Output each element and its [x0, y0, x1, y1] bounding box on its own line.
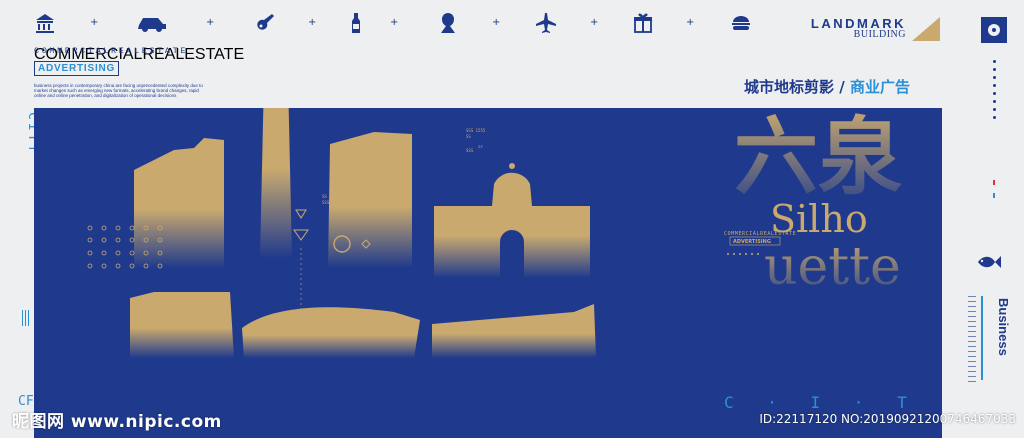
building-low-left: [130, 292, 234, 358]
portrait-icon: [441, 13, 455, 33]
building-long-right: [432, 304, 596, 358]
city-spaced-text: C · I · T · Y: [724, 393, 942, 412]
target-icon: [981, 17, 1007, 43]
right-tiny-lines: [968, 296, 976, 386]
svg-text:SS: SS: [322, 194, 327, 199]
fish-icon: [978, 256, 1001, 268]
svg-text:SSS 1555: SSS 1555: [466, 128, 486, 133]
svg-text:SS: SS: [466, 134, 471, 139]
building-dome-top: [509, 163, 515, 169]
plus-separator: +: [686, 17, 695, 28]
airplane-icon: [536, 13, 556, 33]
image-id-text: ID:22117120 NO:20190921200746467033: [759, 412, 1016, 426]
advertising-badge: ADVERTISING: [34, 61, 120, 76]
plus-separator: +: [590, 17, 599, 28]
brand-triangle-icon: [912, 17, 940, 41]
svg-text:SSS: SSS: [466, 148, 474, 153]
brand-logo: LANDMARK BUILDING: [794, 16, 906, 40]
building-tower-left: [134, 138, 224, 268]
right-dot-column: [993, 60, 996, 124]
hero-small-dots: [727, 253, 759, 255]
building-arch: [500, 230, 524, 278]
bottle-icon: [352, 13, 360, 33]
chinese-title-text: 城市地标剪影 /: [744, 78, 850, 96]
business-vertical-label: Business: [996, 298, 1011, 356]
body-copy: business projects in contemporary china …: [34, 83, 203, 98]
plus-separator: +: [390, 17, 399, 28]
gift-icon: [634, 13, 652, 33]
chinese-title-highlight: 商业广告: [849, 78, 910, 96]
plus-separator: +: [308, 17, 317, 28]
chinese-title: 城市地标剪影 / 商业广告: [744, 76, 910, 97]
hero-small-tagline: COMMERCIALREALESTATE: [724, 231, 796, 237]
right-accent-marks: [993, 180, 995, 198]
svg-text:ss: ss: [478, 144, 483, 149]
plus-separator: +: [206, 17, 215, 28]
bank-icon: [36, 14, 54, 33]
car-icon: [138, 18, 166, 32]
svg-text:SSSSSS: SSSSSS: [322, 200, 337, 205]
plus-separator: +: [90, 17, 99, 28]
right-vertical-line: [981, 296, 983, 380]
tagline-text: COMMERCIALREALESTATE: [34, 46, 189, 56]
building-wave-center: [242, 307, 420, 358]
left-tick-marks: [22, 310, 29, 331]
skyline-illustration: SSS 1555SSSSSss SSSSSSSS 六泉 Silho uette …: [87, 108, 942, 412]
guitar-icon: [257, 14, 274, 30]
plus-separator: +: [492, 17, 501, 28]
triangle-down-icon-2: [293, 229, 309, 241]
building-tower-center: [328, 132, 412, 268]
building-obelisk: [260, 108, 292, 258]
hero-panel: SSS 1555 SS SSS ss SS SSSSSS 六泉 Silho uette …: [34, 108, 942, 438]
silhouette-text-2: uette: [764, 237, 901, 297]
big-chinese-characters: 六泉: [734, 108, 902, 206]
hero-small-badge: ADVERTISING: [733, 239, 771, 245]
triangle-down-icon: [295, 209, 307, 219]
burger-icon: [732, 16, 750, 30]
watermark-text: 昵图网 www.nipic.com: [12, 412, 222, 432]
